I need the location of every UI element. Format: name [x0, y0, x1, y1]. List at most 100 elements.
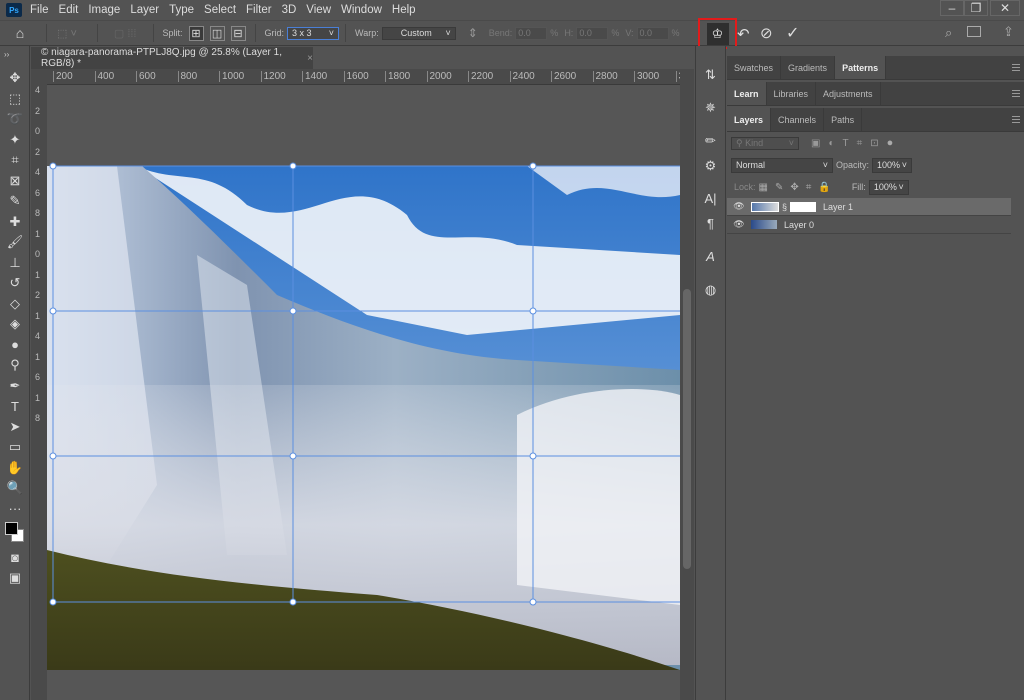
split-vertical-button[interactable]: ◫: [209, 25, 225, 41]
paint-bucket-icon[interactable]: ◈: [0, 314, 30, 335]
toggle-warp-puppet-icon[interactable]: ♔: [706, 22, 729, 45]
search-icon[interactable]: ⌕: [945, 25, 952, 41]
lasso-tool-icon[interactable]: ➰: [0, 109, 30, 130]
hand-tool-icon[interactable]: ✋: [0, 458, 30, 479]
glyphs-panel-icon[interactable]: A: [696, 244, 725, 269]
layer-row[interactable]: 👁 § Layer 1: [727, 198, 1011, 216]
rectangle-tool-icon[interactable]: ▭: [0, 437, 30, 458]
panel-menu-icon[interactable]: [1012, 90, 1020, 97]
close-window-button[interactable]: ✕: [990, 0, 1020, 16]
crop-tool-icon[interactable]: ⌗: [0, 150, 30, 171]
eraser-tool-icon[interactable]: ◇: [0, 294, 30, 315]
history-brush-icon[interactable]: ↺: [0, 273, 30, 294]
share-icon[interactable]: ⇪: [1003, 24, 1014, 40]
kind-filter-select[interactable]: ⚲ Kind ˅: [731, 136, 799, 150]
menu-view[interactable]: View: [306, 4, 331, 16]
split-crosswise-button[interactable]: ⊞: [188, 25, 204, 41]
bend-field[interactable]: 0.0: [515, 26, 548, 40]
color-swatches[interactable]: [0, 519, 29, 547]
warp-orientation-icon[interactable]: ⇕: [468, 26, 478, 40]
close-tab-icon[interactable]: ×: [307, 53, 313, 64]
split-horizontal-button[interactable]: ⊟: [230, 25, 246, 41]
brush-tool-icon[interactable]: 🖌: [0, 232, 30, 253]
healing-tool-icon[interactable]: ✚: [0, 212, 30, 233]
menu-3d[interactable]: 3D: [282, 4, 297, 16]
workspace-icon[interactable]: [967, 26, 981, 37]
tab-swatches[interactable]: Swatches: [727, 56, 782, 79]
tab-libraries[interactable]: Libraries: [767, 82, 817, 105]
menu-file[interactable]: File: [30, 4, 49, 16]
grid-select[interactable]: 3 x 3 ˅: [287, 26, 340, 40]
character-panel-icon[interactable]: A|: [696, 186, 725, 211]
menu-image[interactable]: Image: [88, 4, 120, 16]
properties-panel-icon[interactable]: ⚙: [696, 153, 725, 178]
paragraph-panel-icon[interactable]: ¶: [696, 211, 725, 236]
opacity-field[interactable]: 100% ˅: [872, 157, 913, 173]
grid-handle[interactable]: [49, 598, 57, 606]
menu-edit[interactable]: Edit: [59, 4, 79, 16]
grid-handle[interactable]: [529, 162, 537, 170]
visibility-eye-icon[interactable]: 👁: [727, 201, 751, 212]
commit-icon[interactable]: ✓: [786, 23, 799, 43]
more-tools-icon[interactable]: ···: [0, 499, 30, 520]
grid-handle[interactable]: [49, 452, 57, 460]
visibility-eye-icon[interactable]: 👁: [727, 219, 751, 230]
grid-handle[interactable]: [49, 307, 57, 315]
grid-handle[interactable]: [49, 162, 57, 170]
history-panel-icon[interactable]: ⇅: [696, 62, 725, 87]
minimize-button[interactable]: –: [940, 0, 964, 16]
grid-handle[interactable]: [289, 307, 297, 315]
marquee-tool-icon[interactable]: ⬚: [0, 89, 30, 110]
panel-menu-icon[interactable]: [1012, 116, 1020, 123]
fill-field[interactable]: 100% ˅: [868, 179, 909, 195]
grid-handle[interactable]: [289, 162, 297, 170]
3d-panel-icon[interactable]: ◍: [696, 277, 725, 302]
h-field[interactable]: 0.0: [576, 26, 609, 40]
filter-type-icons[interactable]: ▣◐T⌗⊡: [811, 138, 887, 149]
panel-menu-icon[interactable]: [1012, 64, 1020, 71]
type-tool-icon[interactable]: T: [0, 396, 30, 417]
tab-layers[interactable]: Layers: [727, 108, 772, 131]
grid-handle[interactable]: [529, 452, 537, 460]
grid-handle[interactable]: [289, 452, 297, 460]
path-select-icon[interactable]: ➤: [0, 417, 30, 438]
screen-mode-icon[interactable]: ▣: [0, 568, 30, 589]
frame-tool-icon[interactable]: ⊠: [0, 171, 30, 192]
menu-layer[interactable]: Layer: [130, 4, 159, 16]
grid-handle[interactable]: [289, 598, 297, 606]
document-tab[interactable]: © niagara-panorama-PTPLJ8Q.jpg @ 25.8% (…: [31, 47, 313, 69]
warp-grid[interactable]: [47, 160, 687, 610]
tab-adjustments[interactable]: Adjustments: [816, 82, 881, 105]
layer-row[interactable]: 👁 Layer 0: [727, 216, 1011, 234]
eyedropper-tool-icon[interactable]: ✎: [0, 191, 30, 212]
pen-tool-icon[interactable]: ✒: [0, 376, 30, 397]
undo-icon[interactable]: ↶: [737, 25, 750, 43]
move-tool-icon[interactable]: ✥: [0, 68, 30, 89]
v-field[interactable]: 0.0: [636, 26, 669, 40]
scroll-thumb[interactable]: [683, 289, 691, 569]
blend-mode-select[interactable]: Normal ˅: [731, 157, 833, 173]
tab-gradients[interactable]: Gradients: [781, 56, 836, 79]
menu-filter[interactable]: Filter: [246, 4, 272, 16]
home-icon[interactable]: ⌂: [0, 25, 40, 41]
menu-type[interactable]: Type: [169, 4, 194, 16]
zoom-tool-icon[interactable]: 🔍: [0, 478, 30, 499]
tab-learn[interactable]: Learn: [727, 82, 767, 105]
brushes-panel-icon[interactable]: ✏: [696, 128, 725, 153]
dodge-tool-icon[interactable]: ⚲: [0, 355, 30, 376]
cancel-icon[interactable]: ⊘: [760, 24, 773, 42]
grid-handle[interactable]: [529, 598, 537, 606]
warp-select[interactable]: Custom ˅: [381, 26, 456, 40]
restore-button[interactable]: ❐: [964, 0, 988, 16]
blur-tool-icon[interactable]: ●: [0, 335, 30, 356]
menu-select[interactable]: Select: [204, 4, 236, 16]
quick-mask-icon[interactable]: ◙: [0, 547, 30, 568]
lock-icons[interactable]: ▦✎✥⌗🔒: [759, 182, 838, 193]
tab-patterns[interactable]: Patterns: [835, 56, 887, 79]
menu-window[interactable]: Window: [341, 4, 382, 16]
tab-channels[interactable]: Channels: [771, 108, 825, 131]
vertical-scrollbar[interactable]: [680, 69, 694, 700]
grid-handle[interactable]: [529, 307, 537, 315]
stamp-tool-icon[interactable]: ⊥: [0, 253, 30, 274]
tab-paths[interactable]: Paths: [824, 108, 863, 131]
